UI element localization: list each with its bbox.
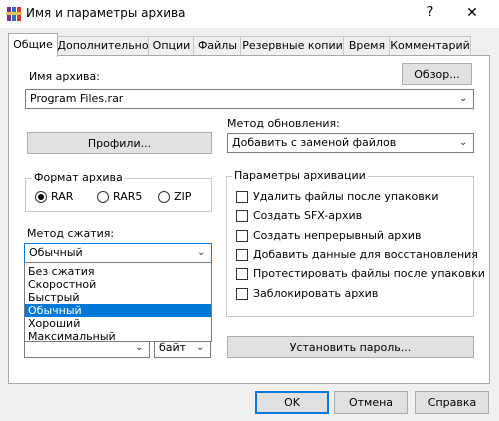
dropdown-option-normal[interactable]: Обычный — [25, 304, 211, 317]
delete-after-label: Удалить файлы после упаковки — [253, 190, 439, 203]
tab-general[interactable]: Общие — [8, 33, 58, 57]
browse-button[interactable]: Обзор... — [402, 63, 472, 85]
archive-name-label: Имя архива: — [29, 70, 100, 83]
update-method-value: Добавить с заменой файлов — [232, 136, 397, 149]
archive-format-title: Формат архива — [32, 171, 125, 184]
window-title: Имя и параметры архива — [26, 6, 186, 20]
radio-selected-dot-icon — [38, 194, 44, 200]
dropdown-option-fast[interactable]: Быстрый — [25, 291, 211, 304]
radio-rar5[interactable] — [97, 191, 109, 203]
dropdown-option-best[interactable]: Максимальный — [25, 330, 211, 343]
update-method-combobox[interactable]: Добавить с заменой файлов ⌄ — [227, 133, 474, 153]
tab-backup[interactable]: Резервные копии — [240, 36, 345, 56]
chevron-down-icon[interactable]: ⌄ — [197, 244, 207, 262]
set-password-button[interactable]: Установить пароль... — [227, 336, 474, 358]
delete-after-checkbox[interactable] — [236, 191, 248, 203]
tab-comment[interactable]: Комментарий — [389, 36, 471, 56]
compression-method-combobox[interactable]: Обычный ⌄ — [24, 243, 212, 263]
create-sfx-checkbox[interactable] — [236, 210, 248, 222]
ok-button[interactable]: OK — [255, 391, 329, 414]
compression-method-label: Метод сжатия: — [27, 227, 115, 240]
profiles-button[interactable]: Профили... — [27, 132, 212, 154]
lock-archive-label: Заблокировать архив — [253, 287, 379, 300]
tab-advanced[interactable]: Дополнительно — [56, 36, 150, 56]
recovery-record-checkbox[interactable] — [236, 249, 248, 261]
create-sfx-label: Создать SFX-архив — [253, 209, 363, 222]
help-title-button[interactable]: ? — [418, 2, 442, 24]
radio-rar-label: RAR — [51, 190, 74, 203]
radio-rar[interactable] — [35, 191, 47, 203]
radio-zip[interactable] — [158, 191, 170, 203]
chevron-down-icon[interactable]: ⌄ — [459, 90, 469, 108]
update-method-label: Метод обновления: — [227, 117, 340, 130]
tab-time[interactable]: Время — [343, 36, 391, 56]
compression-method-value: Обычный — [29, 246, 83, 259]
archive-name-value: Program Files.rar — [30, 92, 124, 105]
tab-options[interactable]: Опции — [148, 36, 195, 56]
test-files-label: Протестировать файлы после упаковки — [253, 267, 485, 280]
dropdown-option-fastest[interactable]: Скоростной — [25, 278, 211, 291]
recovery-record-label: Добавить данные для восстановления — [253, 248, 478, 261]
lock-archive-checkbox[interactable] — [236, 288, 248, 300]
cancel-button[interactable]: Отмена — [334, 391, 408, 414]
close-window-button[interactable]: ✕ — [460, 2, 484, 24]
archive-options-title: Параметры архивации — [232, 169, 368, 182]
archive-name-combobox[interactable]: Program Files.rar ⌄ — [25, 89, 474, 109]
compression-dropdown-list: Без сжатия Скоростной Быстрый Обычный Хо… — [24, 262, 212, 343]
tab-files[interactable]: Файлы — [193, 36, 242, 56]
dropdown-option-good[interactable]: Хороший — [25, 317, 211, 330]
radio-rar5-label: RAR5 — [113, 190, 143, 203]
solid-archive-checkbox[interactable] — [236, 230, 248, 242]
dropdown-option-store[interactable]: Без сжатия — [25, 265, 211, 278]
test-files-checkbox[interactable] — [236, 268, 248, 280]
help-button[interactable]: Справка — [415, 391, 489, 414]
radio-zip-label: ZIP — [174, 190, 192, 203]
winrar-app-icon — [6, 6, 22, 22]
chevron-down-icon[interactable]: ⌄ — [459, 134, 469, 152]
solid-archive-label: Создать непрерывный архив — [253, 229, 422, 242]
